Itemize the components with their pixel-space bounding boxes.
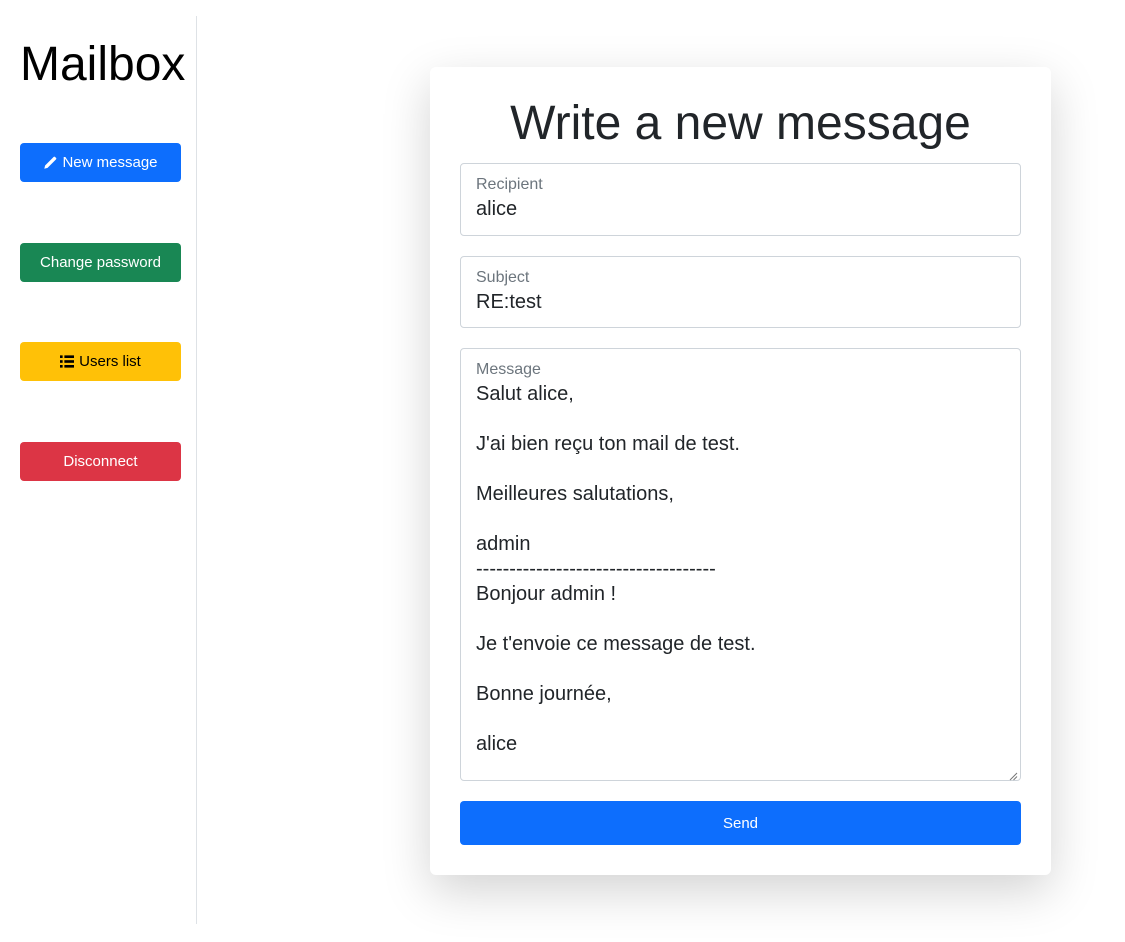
recipient-label: Recipient bbox=[476, 176, 543, 193]
subject-field[interactable]: Subject RE:test bbox=[460, 256, 1021, 328]
compose-card: Write a new message Recipient alice Subj… bbox=[430, 67, 1051, 875]
disconnect-label: Disconnect bbox=[63, 453, 138, 470]
recipient-value[interactable]: alice bbox=[476, 198, 517, 221]
send-button[interactable]: Send bbox=[460, 801, 1021, 845]
subject-value[interactable]: RE:test bbox=[476, 291, 542, 314]
recipient-field[interactable]: Recipient alice bbox=[460, 163, 1021, 236]
compose-title: Write a new message bbox=[510, 97, 971, 150]
message-body[interactable]: Salut alice, J'ai bien reçu ton mail de … bbox=[476, 382, 996, 757]
message-label: Message bbox=[476, 361, 541, 378]
app-title: Mailbox bbox=[20, 38, 186, 91]
change-password-label: Change password bbox=[40, 254, 161, 271]
new-message-label: New message bbox=[62, 154, 158, 171]
change-password-button[interactable]: Change password bbox=[20, 243, 181, 282]
resize-handle-icon[interactable] bbox=[1008, 768, 1018, 781]
disconnect-button[interactable]: Disconnect bbox=[20, 442, 181, 481]
new-message-button[interactable]: New message bbox=[20, 143, 181, 182]
users-list-label: Users list bbox=[79, 353, 141, 370]
subject-label: Subject bbox=[476, 269, 530, 286]
users-list-button[interactable]: Users list bbox=[20, 342, 181, 381]
pencil-icon bbox=[43, 156, 57, 170]
list-icon bbox=[60, 355, 75, 368]
message-textarea[interactable]: Message Salut alice, J'ai bien reçu ton … bbox=[460, 348, 1021, 781]
sidebar: Mailbox New message Change password User… bbox=[0, 16, 197, 924]
